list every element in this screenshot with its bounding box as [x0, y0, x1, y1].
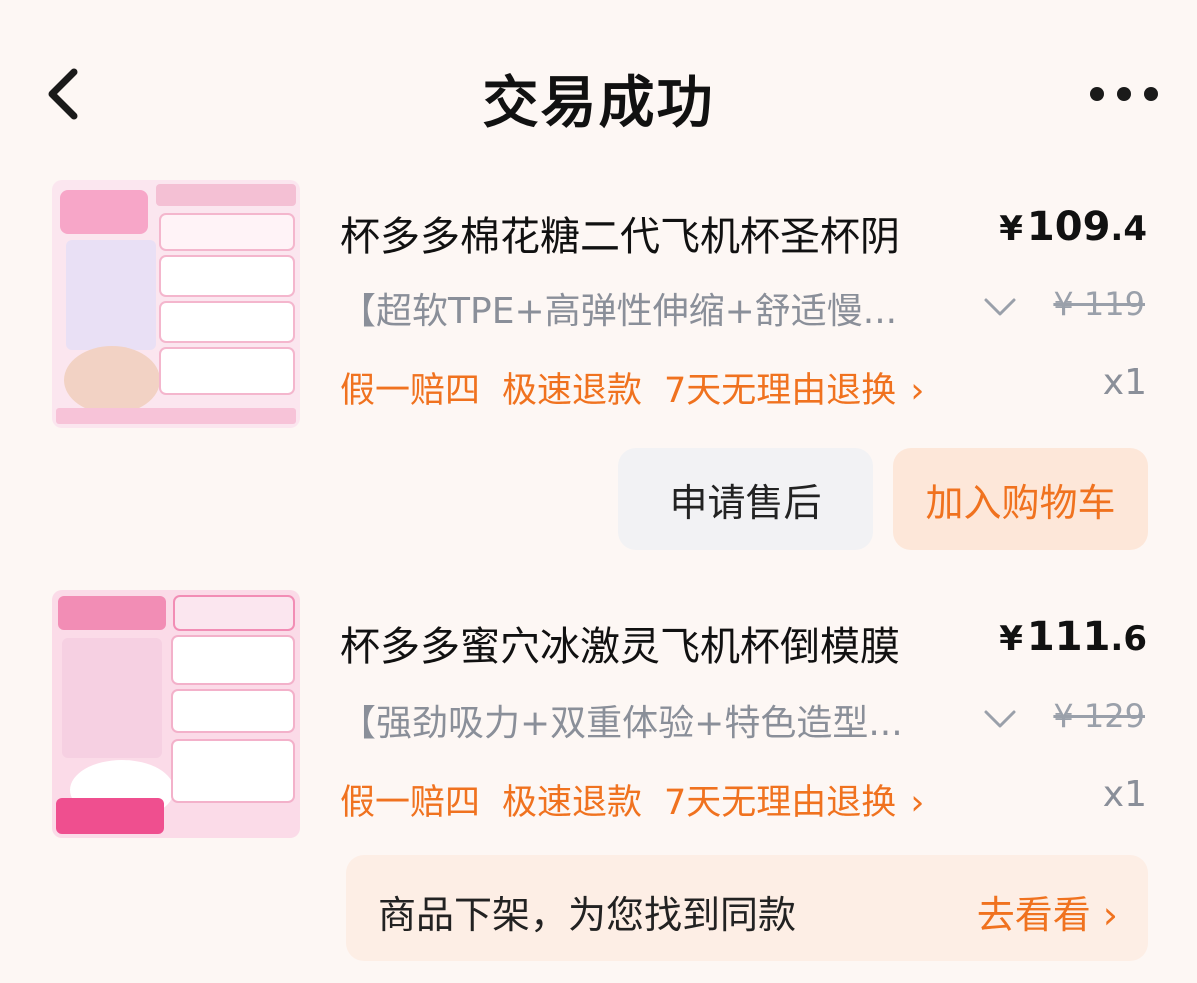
product-image[interactable]	[52, 180, 300, 428]
product-price: ¥109.4	[999, 204, 1147, 250]
quantity: x1	[1102, 774, 1147, 815]
chevron-right-icon: ›	[910, 371, 925, 411]
more-dots-icon	[1090, 87, 1158, 101]
product-spec[interactable]: 【超软TPE+高弹性伸缩+舒适慢...	[340, 282, 897, 334]
see-similar-link[interactable]: 去看看 ›	[977, 884, 1118, 939]
delisted-notice[interactable]: 商品下架，为您找到同款 去看看 ›	[346, 855, 1148, 961]
tag-fake-compensation: 假一赔四	[340, 783, 481, 823]
tag-fast-refund: 极速退款	[502, 371, 643, 411]
product-name[interactable]: 杯多多棉花糖二代飞机杯圣杯阴	[340, 204, 900, 262]
tag-fake-compensation: 假一赔四	[340, 371, 481, 411]
chevron-right-icon: ›	[1102, 893, 1118, 937]
page-title: 交易成功	[482, 71, 715, 136]
original-price: ¥ 119	[1053, 285, 1145, 323]
service-tags[interactable]: 假一赔四 极速退款 7天无理由退换 ›	[340, 362, 924, 413]
quantity: x1	[1102, 362, 1147, 403]
tag-7day-return: 7天无理由退换	[664, 783, 897, 823]
chevron-right-icon: ›	[910, 783, 925, 823]
product-name[interactable]: 杯多多蜜穴冰激灵飞机杯倒模膜	[340, 614, 900, 672]
chevron-down-icon	[984, 298, 1016, 316]
notice-text: 商品下架，为您找到同款	[378, 893, 797, 937]
product-image[interactable]	[52, 590, 300, 838]
product-price: ¥111.6	[999, 614, 1147, 660]
original-price: ¥ 129	[1053, 697, 1145, 735]
more-button[interactable]	[1084, 76, 1164, 112]
add-to-cart-button[interactable]: 加入购物车	[893, 448, 1148, 550]
service-tags[interactable]: 假一赔四 极速退款 7天无理由退换 ›	[340, 774, 924, 825]
chevron-down-icon	[984, 710, 1016, 728]
spec-expand-button[interactable]	[980, 704, 1020, 734]
tag-7day-return: 7天无理由退换	[664, 371, 897, 411]
top-bar: 交易成功	[0, 0, 1197, 170]
tag-fast-refund: 极速退款	[502, 783, 643, 823]
after-sale-button[interactable]: 申请售后	[618, 448, 873, 550]
spec-expand-button[interactable]	[980, 292, 1020, 322]
product-spec[interactable]: 【强劲吸力+双重体验+特色造型...	[340, 694, 903, 746]
